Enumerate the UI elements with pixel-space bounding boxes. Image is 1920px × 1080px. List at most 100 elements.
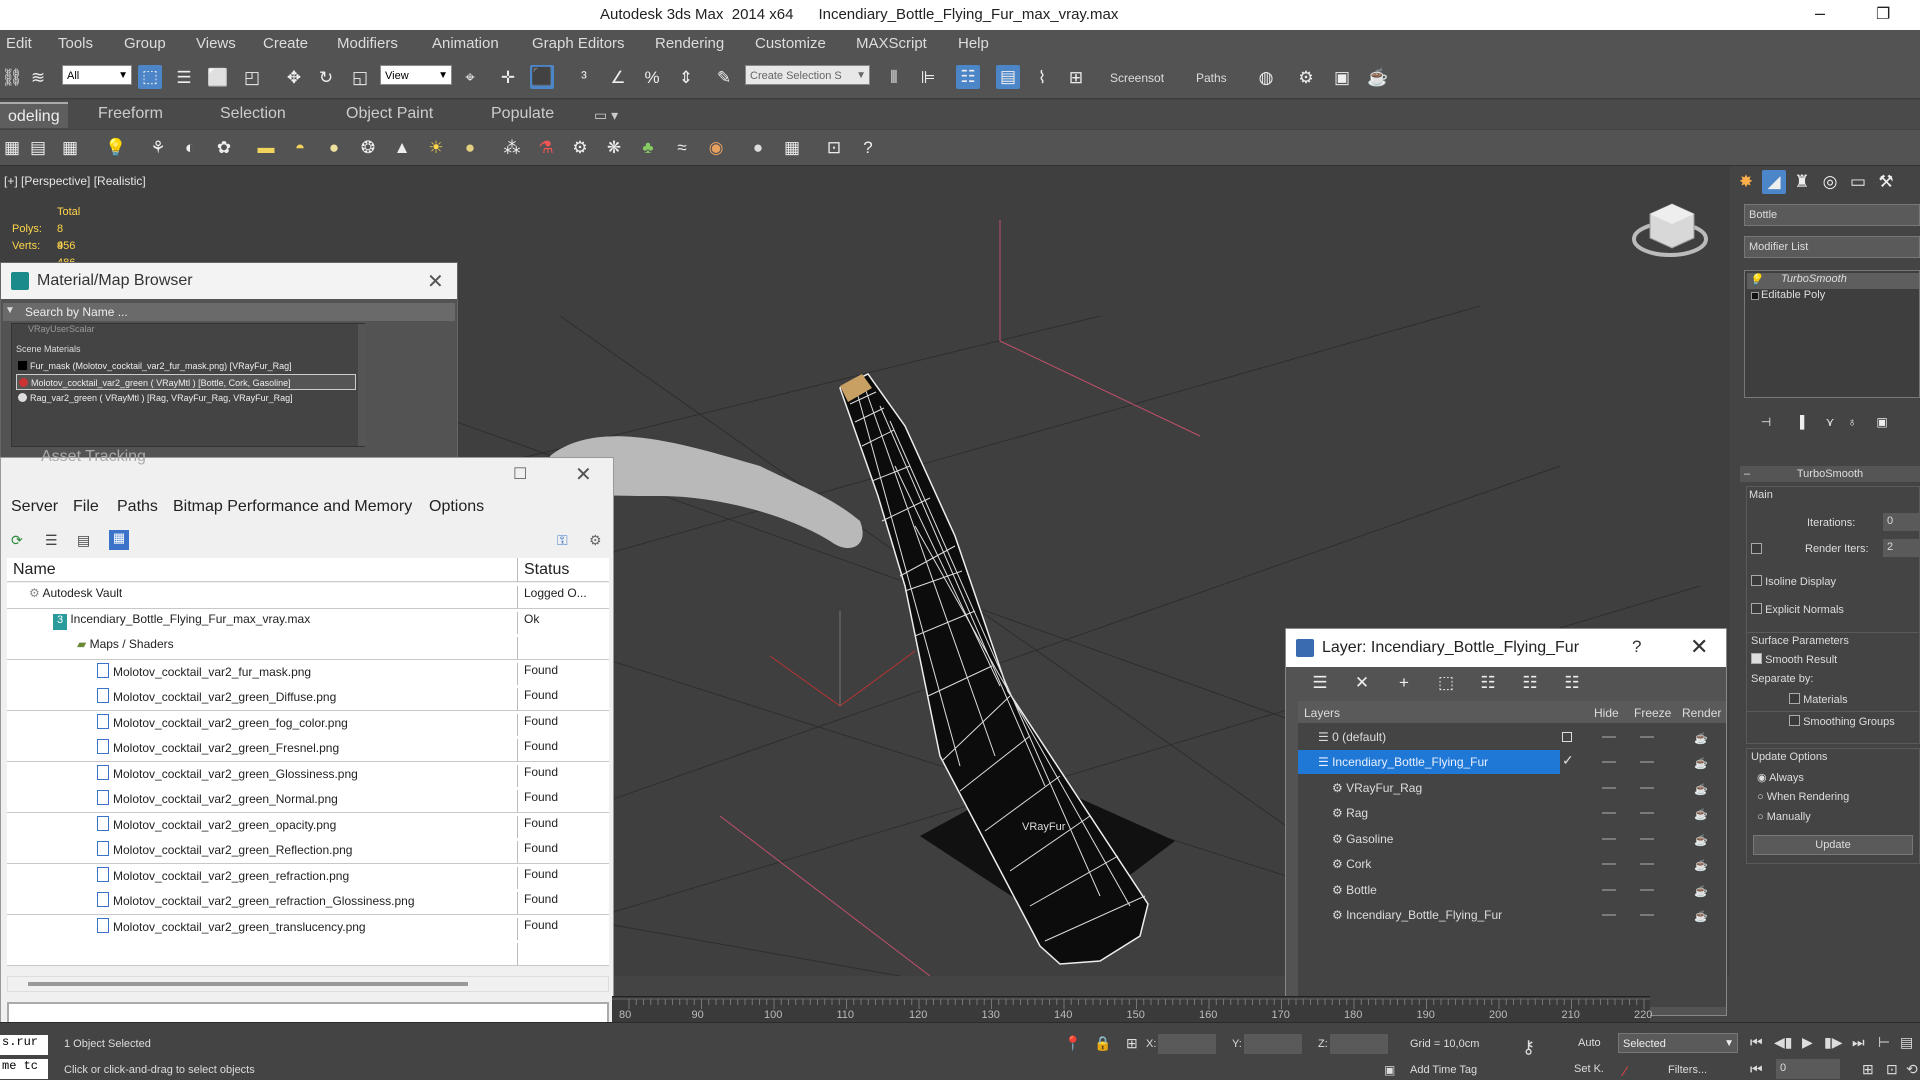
- render-iters-checkbox[interactable]: [1751, 543, 1762, 556]
- table-row[interactable]: Molotov_cocktail_var2_green_translucency…: [7, 915, 609, 941]
- menu-bitmap-performance[interactable]: Bitmap Performance and Memory: [173, 498, 412, 516]
- menu-customize[interactable]: Customize: [755, 35, 826, 52]
- smooth-result-checkbox[interactable]: Smooth Result: [1751, 653, 1837, 666]
- menu-tools[interactable]: Tools: [58, 35, 93, 52]
- stack-item-turbosmooth[interactable]: 💡 TurboSmooth: [1747, 273, 1919, 289]
- time-config-icon[interactable]: ▤: [1900, 1034, 1913, 1051]
- scrollbar[interactable]: [358, 324, 366, 446]
- turbosmooth-rollout-header[interactable]: – TurboSmooth: [1740, 466, 1920, 482]
- menu-file[interactable]: File: [73, 498, 99, 516]
- show-end-result-icon[interactable]: ▐: [1788, 410, 1812, 434]
- rectangular-selection-icon[interactable]: ⬜: [206, 66, 230, 90]
- hide-all-layers-icon[interactable]: ☷: [1518, 671, 1542, 695]
- maxscript-listener-output[interactable]: me tc: [0, 1059, 48, 1079]
- next-frame-icon[interactable]: ▮▶: [1824, 1034, 1842, 1051]
- layer-row[interactable]: ⚙ Gasoline ☕: [1298, 827, 1716, 853]
- object-name-field[interactable]: Bottle: [1744, 204, 1920, 226]
- timeline-track[interactable]: 80 90 100 110 120 130 140 150 160 170 180 190 200 210…: [612, 996, 1652, 1022]
- render-icon[interactable]: ☕: [1694, 834, 1708, 847]
- scene-materials-header[interactable]: Scene Materials: [16, 344, 81, 354]
- sun-icon[interactable]: ☀: [424, 136, 448, 160]
- menu-options[interactable]: Options: [429, 498, 484, 516]
- vray-sphere-icon[interactable]: ●: [746, 136, 770, 160]
- select-objects-in-layer-icon[interactable]: ⬚: [1434, 671, 1458, 695]
- hair-icon[interactable]: ≈: [670, 136, 694, 160]
- fur-icon[interactable]: ⁂: [500, 136, 524, 160]
- column-hide[interactable]: Hide: [1594, 706, 1619, 720]
- bind-space-warp-icon[interactable]: ≋: [26, 66, 50, 90]
- always-radio[interactable]: ◉ Always: [1757, 771, 1804, 784]
- ribbon-options-icon[interactable]: ▭ ▾: [594, 107, 618, 124]
- table-row[interactable]: Molotov_cocktail_var2_green_Reflection.p…: [7, 838, 609, 864]
- proxy-icon[interactable]: ⚙: [568, 136, 592, 160]
- expand-icon[interactable]: [1751, 292, 1759, 300]
- menu-modifiers[interactable]: Modifiers: [337, 35, 398, 52]
- frame-buffer-icon[interactable]: ▦: [780, 136, 804, 160]
- close-icon[interactable]: ✕: [575, 462, 592, 487]
- search-by-name-input[interactable]: Search by Name ...: [3, 303, 455, 321]
- toggle-ribbon-icon[interactable]: ▤: [996, 65, 1020, 89]
- modify-tab-icon[interactable]: ◢: [1762, 170, 1786, 194]
- menu-group[interactable]: Group: [124, 35, 166, 52]
- plant-icon[interactable]: ♣: [636, 136, 660, 160]
- table-row[interactable]: Molotov_cocktail_var2_fur_mask.png Found: [7, 660, 609, 686]
- named-selection-sets-dropdown[interactable]: Create Selection S ▼: [745, 65, 870, 85]
- freeze-all-layers-icon[interactable]: ☷: [1560, 671, 1584, 695]
- material-list[interactable]: VRayUserScalar Scene Materials Fur_mask …: [11, 323, 366, 447]
- close-icon[interactable]: ✕: [1690, 634, 1708, 660]
- menu-graph-editors[interactable]: Graph Editors: [532, 35, 625, 52]
- cone-icon[interactable]: ▲: [390, 136, 414, 160]
- reference-coordinate-dropdown[interactable]: View ▼: [380, 65, 452, 85]
- x-coordinate-field[interactable]: [1158, 1034, 1216, 1054]
- update-button[interactable]: Update: [1753, 835, 1913, 855]
- make-unique-icon[interactable]: ⋎: [1818, 410, 1842, 434]
- scene-explorer-icon[interactable]: ▤: [26, 136, 50, 160]
- edit-named-selection-icon[interactable]: ✎: [712, 66, 736, 90]
- rotate-icon[interactable]: ↻: [314, 66, 338, 90]
- zoom-extents-icon[interactable]: ⊞: [1862, 1061, 1874, 1078]
- render-icon[interactable]: ☕: [1694, 732, 1708, 745]
- remove-modifier-icon[interactable]: ♁: [1840, 410, 1864, 434]
- play-icon[interactable]: ▶: [1802, 1034, 1813, 1051]
- layer-row[interactable]: ⚙ Rag ☕: [1298, 801, 1716, 827]
- table-row[interactable]: Molotov_cocktail_var2_green_refraction.p…: [7, 864, 609, 890]
- highlight-selected-layer-icon[interactable]: ☷: [1476, 671, 1500, 695]
- viewport-label[interactable]: [+] [Perspective] [Realistic]: [4, 174, 146, 188]
- goto-start-icon[interactable]: ⏮: [1750, 1034, 1763, 1051]
- table-row[interactable]: Molotov_cocktail_var2_green_Fresnel.png F…: [7, 736, 609, 762]
- percent-snap-icon[interactable]: %: [640, 66, 664, 90]
- current-frame-field[interactable]: 0: [1776, 1059, 1840, 1079]
- z-coordinate-field[interactable]: [1330, 1034, 1388, 1054]
- layer-row[interactable]: ⚙ Incendiary_Bottle_Flying_Fur ☕: [1298, 903, 1716, 929]
- render-icon[interactable]: ☕: [1694, 783, 1708, 796]
- key-mode-toggle-icon[interactable]: ⊢: [1878, 1034, 1890, 1051]
- column-status[interactable]: Status: [517, 558, 569, 582]
- display-tab-icon[interactable]: ▭: [1846, 170, 1870, 194]
- render-iters-spinner[interactable]: 2: [1883, 539, 1920, 557]
- tab-modeling[interactable]: odeling: [0, 102, 68, 128]
- layer-manager-icon[interactable]: ▦: [0, 136, 24, 160]
- paths-button[interactable]: Paths: [1196, 71, 1227, 85]
- layer-row[interactable]: ⚙ Cork ☕: [1298, 852, 1716, 878]
- when-rendering-radio[interactable]: ○ When Rendering: [1757, 791, 1849, 803]
- tab-selection[interactable]: Selection: [220, 105, 286, 123]
- render-icon[interactable]: ☕: [1694, 808, 1708, 821]
- material-editor-icon[interactable]: ◍: [1254, 66, 1278, 90]
- scale-icon[interactable]: ◱: [348, 66, 372, 90]
- absolute-mode-icon[interactable]: ⊞: [1126, 1035, 1138, 1052]
- dome-icon[interactable]: ◓: [288, 136, 312, 160]
- plane-icon[interactable]: ▬: [254, 136, 278, 160]
- menu-views[interactable]: Views: [196, 35, 236, 52]
- curve-editor-icon[interactable]: ⌇: [1030, 66, 1054, 90]
- settings-icon[interactable]: ⚙: [589, 532, 602, 549]
- render-production-icon[interactable]: ☕: [1366, 66, 1390, 90]
- close-icon[interactable]: ✕: [427, 269, 444, 294]
- refresh-icon[interactable]: ⟳: [11, 532, 23, 549]
- column-layers[interactable]: Layers: [1304, 706, 1340, 720]
- tab-freeform[interactable]: Freeform: [98, 105, 163, 123]
- menu-server[interactable]: Server: [11, 498, 58, 516]
- tab-populate[interactable]: Populate: [491, 105, 554, 123]
- material-sphere-icon[interactable]: ◉: [704, 136, 728, 160]
- scrollbar-thumb[interactable]: [28, 982, 468, 986]
- spinner-snap-icon[interactable]: ⇕: [674, 66, 698, 90]
